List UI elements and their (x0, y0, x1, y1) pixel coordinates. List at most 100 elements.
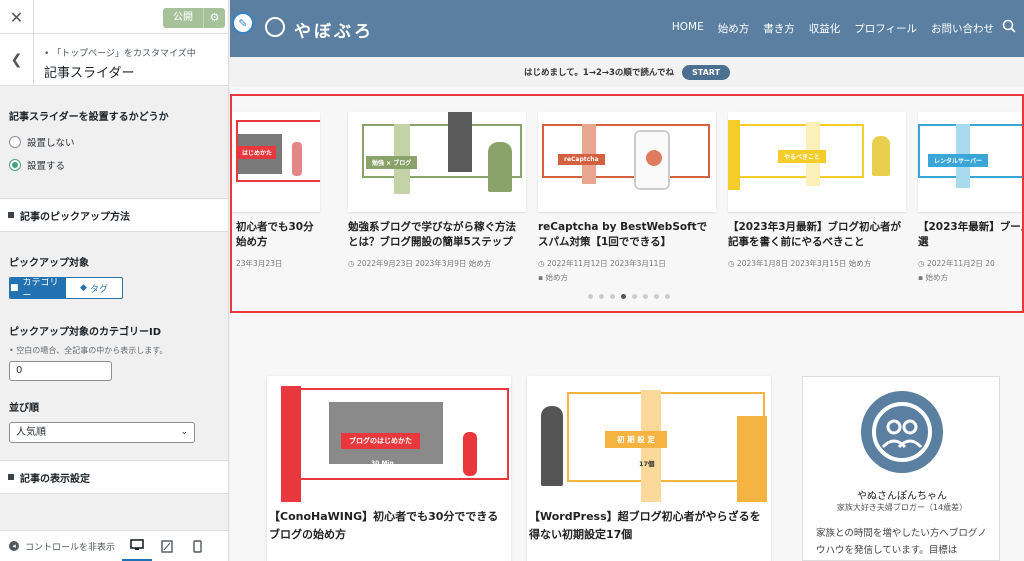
section-display-label: 記事の表示設定 (20, 473, 90, 485)
chevron-left-icon: ❮ (10, 52, 23, 68)
article-thumb-sub: 17個 (639, 460, 655, 468)
radio-no-slider-label: 設置しない (27, 138, 75, 149)
nav-start[interactable]: 始め方 (718, 21, 750, 36)
folder-icon: ■ (10, 283, 19, 293)
panel-top-bar: ✕ 公開 ⚙ (0, 0, 228, 34)
radio-no-slider-circle[interactable] (9, 136, 21, 148)
tablet-icon (161, 539, 173, 553)
profile-subtitle: 家族大好き夫婦ブロガー（14歳差） (836, 503, 968, 512)
toggle-category[interactable]: ■ カテゴリー (10, 278, 66, 298)
clock-icon: ◷ (728, 259, 737, 268)
clock-icon: ◷ (538, 259, 547, 268)
chevron-down-icon: ⌄ (180, 427, 188, 437)
arrow-left-icon: ◂ (9, 541, 19, 551)
mobile-icon (192, 539, 202, 553)
slide-title[interactable]: 勉強系ブログで学びながら稼ぐ方法とは？ブログ開設の簡単5ステップ (348, 220, 526, 250)
close-customizer-button[interactable]: ✕ (0, 0, 34, 34)
main-nav: HOME 始め方 書き方 収益化 プロフィール お問い合わせ (672, 21, 994, 36)
article-card[interactable]: ブログのはじめかた 30 Min 【ConoHaWING】初心者でも30分ででき… (267, 376, 511, 561)
article-title[interactable]: 【ConoHaWING】初心者でも30分でできるブログの始め方 (267, 502, 511, 544)
close-icon: ✕ (9, 7, 24, 27)
start-button[interactable]: START (682, 64, 731, 80)
slide-meta: ◷ 2022年11月12日 2023年3月11日 ▪ 始め方 (538, 259, 666, 282)
slider-dot[interactable] (610, 294, 615, 299)
slide-title[interactable]: 【2023年最新】ブーパーおすすめ5選 (918, 220, 1022, 250)
slide-title[interactable]: 【2023年3月最新】ブログ初心者が記事を書く前にやるべきこと (728, 220, 906, 250)
nav-contact[interactable]: お問い合わせ (931, 21, 994, 36)
category-id-label: ピックアップ対象のカテゴリーID (9, 327, 162, 338)
slider-enable-control: 記事スライダーを設置するかどうか 設置しない 設置する (0, 86, 228, 198)
device-tablet-button[interactable] (152, 531, 182, 561)
order-select-value: 人気順 (16, 427, 46, 438)
avatar (861, 391, 943, 473)
article-slider: はじめかた 初心者でも30分始め方 23年3月23日 勉強 × ブログ 勉強系ブ… (230, 94, 1024, 313)
order-label: 並び順 (9, 403, 39, 414)
back-button[interactable]: ❮ (0, 34, 34, 86)
order-select[interactable]: 人気順 ⌄ (9, 422, 195, 443)
slide-meta: ◷ 2022年9月23日 2023年3月9日 始め方 (348, 259, 492, 268)
radio-slider-on[interactable]: 設置する (9, 158, 219, 172)
section-pickup-method: 記事のピックアップ方法 (0, 198, 228, 232)
profile-description: 家族との時間を増やしたい方へブログノウハウを発信しています。目標は (816, 528, 987, 556)
tag-icon: ◆ (80, 283, 87, 293)
nav-monetize[interactable]: 収益化 (809, 21, 841, 36)
customizer-panel: ✕ 公開 ⚙ ❮ • 「トップページ」をカスタマイズ中 記事スライダー 記事スラ… (0, 0, 229, 561)
notice-text: はじめまして。1→2→3の順で読んでね (523, 68, 674, 78)
hide-controls-button[interactable]: ◂ コントロールを非表示 (0, 540, 122, 553)
site-logo[interactable]: やぼぶろ (294, 17, 374, 42)
edit-shortcut-pencil-icon[interactable]: ✎ (232, 12, 254, 34)
section-display-settings: 記事の表示設定 (0, 460, 228, 494)
order-control: 並び順 人気順 ⌄ (0, 381, 228, 443)
slide-title[interactable]: 初心者でも30分始め方 (232, 220, 320, 250)
slide-thumbnail[interactable]: はじめかた (232, 112, 320, 212)
slide-thumbnail[interactable]: やるべきこと (728, 112, 906, 212)
toggle-tag[interactable]: ◆ タグ (66, 278, 122, 298)
search-icon[interactable] (1002, 19, 1016, 33)
slide-thumb-text: はじめかた (238, 146, 277, 159)
slide-meta: ◷ 2023年1月8日 2023年3月15日 始め方 (728, 259, 872, 268)
gear-icon[interactable]: ⚙ (203, 8, 225, 28)
slide[interactable]: やるべきこと 【2023年3月最新】ブログ初心者が記事を書く前にやるべきこと ◷… (728, 112, 906, 271)
article-card[interactable]: 初 期 設 定 17個 【WordPress】超ブログ初心者がやらざるを得ない初… (527, 376, 771, 561)
article-title[interactable]: 【WordPress】超ブログ初心者がやらざるを得ない初期設定17個 (527, 502, 771, 544)
toggle-tag-label: タグ (89, 284, 108, 295)
slider-dot[interactable] (643, 294, 648, 299)
nav-writing[interactable]: 書き方 (763, 21, 795, 36)
slider-dot[interactable] (588, 294, 593, 299)
radio-slider-on-circle[interactable] (9, 159, 21, 171)
panel-footer: ◂ コントロールを非表示 (0, 530, 228, 561)
radio-no-slider[interactable]: 設置しない (9, 135, 219, 149)
slider-dot[interactable] (632, 294, 637, 299)
site-preview: ✎ やぼぶろ HOME 始め方 書き方 収益化 プロフィール お問い合わせ はじ… (230, 0, 1024, 561)
radio-slider-on-label: 設置する (27, 161, 66, 172)
slider-dot[interactable] (621, 294, 626, 299)
device-desktop-button[interactable] (122, 531, 152, 561)
publish-button[interactable]: 公開 ⚙ (163, 8, 225, 28)
slide[interactable]: はじめかた 初心者でも30分始め方 23年3月23日 (232, 112, 320, 271)
nav-home[interactable]: HOME (672, 21, 704, 36)
slider-dot[interactable] (599, 294, 604, 299)
slide-title[interactable]: reCaptcha by BestWebSoftでスパム対策【1回でできる】 (538, 220, 716, 250)
logo-face-icon (265, 17, 285, 37)
profile-name: やぬさんぽんちゃん (857, 491, 947, 502)
slider-dot[interactable] (665, 294, 670, 299)
slide[interactable]: reCaptcha reCaptcha by BestWebSoftでスパム対策… (538, 112, 716, 285)
device-mobile-button[interactable] (182, 531, 212, 561)
slide[interactable]: レンタルサーバー 【2023年最新】ブーパーおすすめ5選 ◷ 2022年11月2… (918, 112, 1022, 285)
slide-thumb-text: レンタルサーバー (928, 154, 988, 167)
slide-thumbnail[interactable]: レンタルサーバー (918, 112, 1022, 212)
slide[interactable]: 勉強 × ブログ 勉強系ブログで学びながら稼ぐ方法とは？ブログ開設の簡単5ステッ… (348, 112, 526, 271)
article-thumbnail[interactable]: ブログのはじめかた 30 Min (267, 376, 511, 502)
category-id-input[interactable]: 0 (9, 361, 112, 381)
slide-meta: 23年3月23日 (236, 259, 283, 268)
slider-dot[interactable] (654, 294, 659, 299)
section-header: ❮ • 「トップページ」をカスタマイズ中 記事スライダー (0, 34, 228, 86)
section-title: 記事スライダー (44, 66, 135, 81)
slide-thumbnail[interactable]: reCaptcha (538, 112, 716, 212)
clock-icon: ◷ (348, 259, 357, 268)
slide-thumbnail[interactable]: 勉強 × ブログ (348, 112, 526, 212)
article-thumbnail[interactable]: 初 期 設 定 17個 (527, 376, 771, 502)
slide-thumb-text: 勉強 × ブログ (366, 156, 418, 169)
category-id-control: ピックアップ対象のカテゴリーID • 空白の場合、全記事の中から表示します。 0 (0, 299, 228, 381)
nav-profile[interactable]: プロフィール (854, 21, 917, 36)
